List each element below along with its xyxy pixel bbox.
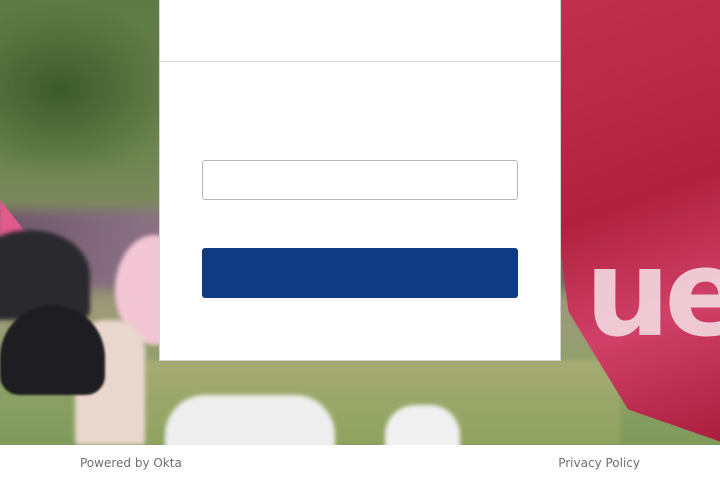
sign-in-title <box>160 62 560 160</box>
powered-by-link[interactable]: Powered by Okta <box>80 456 182 470</box>
privacy-policy-link[interactable]: Privacy Policy <box>558 456 640 470</box>
submit-button[interactable] <box>202 248 518 298</box>
background-person <box>165 395 335 445</box>
background-person <box>385 405 460 445</box>
footer: Powered by Okta Privacy Policy <box>0 445 720 480</box>
background-cap <box>0 305 105 395</box>
username-input[interactable] <box>202 160 518 200</box>
sign-in-card <box>159 0 561 361</box>
card-header <box>160 0 560 62</box>
background-flag-lettering: ue <box>585 225 720 364</box>
